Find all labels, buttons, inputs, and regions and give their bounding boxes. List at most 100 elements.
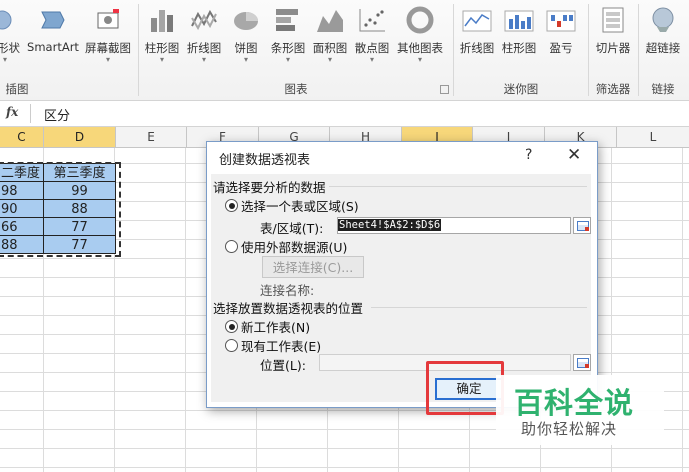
area-chart-icon [317, 10, 343, 32]
pie-chart-button[interactable]: 饼图 ▾ [226, 0, 266, 78]
sparkline-winloss-button[interactable]: 盈亏 [541, 0, 581, 78]
ok-button-highlight [426, 361, 504, 415]
pie-chart-icon [234, 12, 258, 30]
hyperlink-icon [652, 7, 674, 32]
group-separator [588, 4, 589, 96]
sparkline-line-label: 折线图 [459, 41, 495, 55]
slicer-label: 切片器 [595, 41, 631, 55]
watermark-subtitle: 助你轻松解决 [521, 420, 618, 438]
chevron-down-icon: ▾ [2, 55, 7, 64]
scatter-chart-label: 散点图 [354, 41, 390, 55]
connection-name-label: 连接名称: [260, 283, 315, 298]
screenshot-icon [97, 9, 119, 29]
slicer-icon [602, 7, 624, 33]
radio-select-range-label[interactable]: 选择一个表或区域(S) [241, 196, 359, 215]
section-divider [371, 307, 587, 308]
scatter-chart-button[interactable]: 散点图 ▾ [352, 0, 392, 78]
group-label-filters: 筛选器 [595, 82, 631, 96]
copy-marquee [0, 162, 121, 257]
create-pivot-table-dialog: 创建数据透视表 ? ✕ 请选择要分析的数据 选择一个表或区域(S) 表/区域(T… [206, 141, 598, 408]
group-separator [138, 4, 139, 96]
line-chart-icon [191, 9, 217, 31]
group-label-illustrations: 插图 [5, 82, 29, 96]
range-label: 表/区域(T): [260, 221, 324, 236]
radio-select-range[interactable] [225, 199, 238, 212]
screenshot-button[interactable]: 屏幕截图 ▾ [82, 0, 134, 78]
column-header-d[interactable]: D [44, 127, 116, 147]
column-chart-label: 柱形图 [144, 41, 180, 55]
bar-chart-button[interactable]: 条形图 ▾ [268, 0, 308, 78]
column-header-l[interactable]: L [617, 127, 689, 147]
column-header-c[interactable]: C [0, 127, 44, 147]
formula-bar: fx 区分 [0, 101, 689, 127]
section-divider [329, 186, 587, 187]
radio-existing-worksheet-label[interactable]: 现有工作表(E) [241, 336, 321, 355]
watermark-title: 百科全说 [514, 386, 635, 420]
radio-new-worksheet-label[interactable]: 新工作表(N) [241, 317, 310, 336]
chevron-down-icon: ▾ [369, 55, 374, 64]
choose-connection-button[interactable]: 选择连接(C)... [262, 256, 364, 278]
column-chart-icon [151, 10, 173, 32]
line-chart-button[interactable]: 折线图 ▾ [184, 0, 224, 78]
chevron-down-icon: ▾ [159, 55, 164, 64]
radio-external-source-label[interactable]: 使用外部数据源(U) [241, 237, 347, 256]
ribbon: 形状 ▾ SmartArt 屏幕截图 ▾ 柱形图 ▾ 折线图 ▾ 饼图 ▾ 条形… [0, 0, 689, 101]
group-label-links: 链接 [651, 82, 675, 96]
section-label-location: 选择放置数据透视表的位置 [213, 301, 364, 316]
area-chart-label: 面积图 [312, 41, 348, 55]
chevron-down-icon: ▾ [417, 55, 422, 64]
slicer-button[interactable]: 切片器 [592, 0, 634, 78]
dialog-body: 请选择要分析的数据 选择一个表或区域(S) 表/区域(T): Sheet4!$A… [211, 174, 591, 402]
sparkline-line-icon [462, 10, 492, 32]
pie-chart-label: 饼图 [234, 41, 258, 55]
chevron-down-icon: ▾ [105, 55, 110, 64]
collapse-dialog-icon[interactable] [573, 354, 591, 371]
group-label-sparklines: 迷你图 [503, 82, 539, 96]
smartart-button[interactable]: SmartArt [24, 0, 82, 78]
area-chart-button[interactable]: 面积图 ▾ [310, 0, 350, 78]
help-icon[interactable]: ? [525, 147, 532, 163]
shapes-label: 形状 [0, 41, 20, 55]
section-label-data: 请选择要分析的数据 [213, 180, 326, 195]
bar-chart-label: 条形图 [270, 41, 306, 55]
group-separator [638, 4, 639, 96]
chevron-down-icon: ▾ [201, 55, 206, 64]
other-chart-button[interactable]: 其他图表 ▾ [394, 0, 446, 78]
smartart-icon [41, 11, 65, 29]
column-chart-button[interactable]: 柱形图 ▾ [142, 0, 182, 78]
sparkline-line-button[interactable]: 折线图 [457, 0, 497, 78]
range-input-value: Sheet4!$A$2:$D$6 [338, 219, 442, 231]
chevron-down-icon: ▾ [327, 55, 332, 64]
smartart-label: SmartArt [27, 40, 79, 54]
group-label-charts: 图表 [284, 82, 308, 96]
bar-chart-icon [276, 9, 298, 31]
sparkline-column-icon [504, 10, 534, 32]
close-icon[interactable]: ✕ [567, 145, 581, 165]
shapes-button[interactable]: 形状 ▾ [0, 0, 20, 78]
shapes-icon [0, 10, 12, 30]
location-label: 位置(L): [260, 358, 306, 373]
screenshot-label: 屏幕截图 [85, 41, 131, 55]
range-input[interactable]: Sheet4!$A$2:$D$6 [337, 217, 571, 234]
radio-existing-worksheet[interactable] [225, 339, 238, 352]
line-chart-label: 折线图 [186, 41, 222, 55]
hyperlink-button[interactable]: 超链接 [642, 0, 684, 78]
other-chart-label: 其他图表 [397, 41, 443, 55]
chevron-down-icon: ▾ [243, 55, 248, 64]
formula-input[interactable]: 区分 [44, 105, 70, 124]
scatter-chart-icon [359, 9, 385, 32]
column-header-e[interactable]: E [116, 127, 187, 147]
radio-new-worksheet[interactable] [225, 320, 238, 333]
hyperlink-label: 超链接 [645, 41, 681, 55]
radio-external-source[interactable] [225, 240, 238, 253]
sparkline-column-label: 柱形图 [501, 41, 537, 55]
collapse-dialog-icon[interactable] [573, 217, 591, 234]
dialog-title: 创建数据透视表 [219, 153, 311, 168]
sparkline-winloss-label: 盈亏 [549, 41, 573, 55]
watermark: 百科全说 助你轻松解决 [496, 375, 664, 445]
other-chart-icon [406, 6, 434, 34]
insert-function-icon[interactable]: fx [6, 105, 28, 121]
sparkline-column-button[interactable]: 柱形图 [499, 0, 539, 78]
sparkline-winloss-icon [546, 10, 576, 32]
formula-bar-divider [30, 104, 31, 123]
